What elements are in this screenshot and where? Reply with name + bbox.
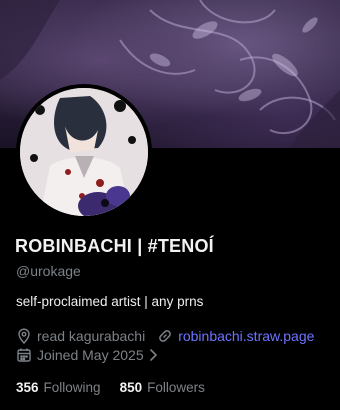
followers-link[interactable]: 850 Followers <box>120 380 205 395</box>
chevron-right-icon <box>148 348 158 362</box>
followers-count: 850 <box>119 380 143 395</box>
following-count: 356 <box>16 380 39 395</box>
profile-meta-row-1: read kagurabachi robinbachi.straw.page <box>16 327 314 345</box>
location-pin-icon <box>16 328 32 344</box>
following-label: Following <box>43 380 101 395</box>
profile-location: read kagurabachi <box>37 328 146 344</box>
profile-website-link[interactable]: robinbachi.straw.page <box>178 328 314 344</box>
followers-label: Followers <box>147 380 205 395</box>
avatar-image <box>20 88 148 216</box>
profile-joined-row[interactable]: Joined May 2025 <box>16 346 158 364</box>
avatar[interactable] <box>16 84 152 220</box>
calendar-icon <box>16 347 32 363</box>
link-icon <box>157 328 173 344</box>
following-link[interactable]: 356 Following <box>16 380 101 395</box>
profile-bio: self-proclaimed artist | any prns <box>16 294 204 309</box>
follow-stats: 356 Following 850 Followers <box>16 380 224 395</box>
profile-joined-date: Joined May 2025 <box>37 347 144 363</box>
display-name: ROBINBACHI | #TENOÍ <box>15 236 214 256</box>
user-handle: @urokage <box>16 263 81 279</box>
profile-page: ROBINBACHI | #TENOÍ @urokage self-procla… <box>0 0 340 410</box>
